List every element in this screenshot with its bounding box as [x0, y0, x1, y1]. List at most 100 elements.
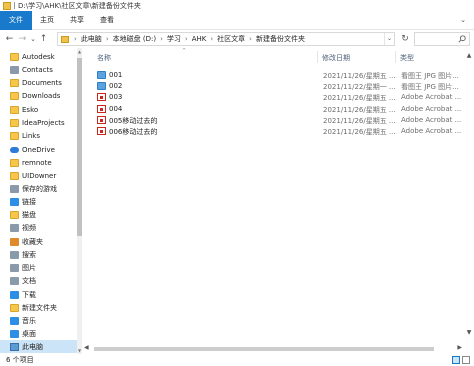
item-count: 6 个项目	[6, 356, 34, 364]
sidebar-item-label: Documents	[22, 78, 62, 87]
file-name: 002	[109, 82, 123, 90]
folder-icon	[10, 303, 19, 312]
favorites-icon	[10, 237, 19, 246]
sidebar-item-label: 保存的游戏	[22, 184, 57, 193]
address-dropdown-button[interactable]: ⌄	[384, 33, 394, 45]
sidebar-item-label: 新建文件夹	[22, 303, 57, 312]
forward-button[interactable]: →	[16, 34, 29, 44]
sidebar-item-label: remnote	[22, 158, 52, 167]
breadcrumb-this-pc[interactable]: 此电脑	[79, 34, 104, 44]
sidebar-item-onedrive[interactable]: OneDrive	[0, 143, 78, 156]
sidebar-item-label: 链接	[22, 197, 36, 206]
file-name: 001	[109, 71, 123, 79]
sidebar-item-uidowner[interactable]: UIDowner	[0, 169, 78, 182]
folder-icon	[10, 118, 19, 127]
scroll-left-icon[interactable]: ◀	[84, 344, 89, 351]
sidebar-item-search[interactable]: 搜索	[0, 248, 78, 261]
file-row[interactable]: 001 2021/11/26/星期五 ... 看图王 JPG 图片...	[94, 70, 474, 81]
horizontal-scrollbar[interactable]: ◀ ▶	[82, 344, 474, 354]
address-bar[interactable]: › 此电脑 › 本地磁盘 (D:) › 学习 › AHK › 社区文章 › 新建…	[57, 32, 395, 46]
large-icons-view-icon[interactable]	[462, 356, 470, 364]
sidebar-item-saved-games[interactable]: 保存的游戏	[0, 182, 78, 195]
sidebar-item-links-cn[interactable]: 链接	[0, 195, 78, 208]
sidebar-item-documents-cn[interactable]: 文档	[0, 274, 78, 287]
sidebar-item-new-folder[interactable]: 新建文件夹	[0, 301, 78, 314]
file-date: 2021/11/26/星期五 ...	[323, 106, 396, 114]
window-title: D:\学习\AHK\社区文章\新建备份文件夹	[18, 1, 141, 10]
scroll-up-icon[interactable]: ▲	[464, 52, 474, 59]
folder-icon	[10, 105, 19, 114]
file-row[interactable]: 005移动过去的 2021/11/26/星期五 ... Adobe Acroba…	[94, 115, 474, 126]
sidebar-item-desktop[interactable]: 桌面	[0, 327, 78, 340]
sidebar-item-label: 此电脑	[22, 342, 43, 351]
up-button[interactable]: ↑	[37, 34, 50, 44]
scroll-right-icon[interactable]: ▶	[457, 344, 462, 351]
column-date-modified[interactable]: 修改日期	[322, 53, 350, 63]
file-row[interactable]: 004 2021/11/26/星期五 ... Adobe Acrobat ...	[94, 104, 474, 115]
sidebar-item-autodesk[interactable]: Autodesk	[0, 50, 78, 63]
column-divider[interactable]	[395, 51, 396, 63]
file-type: Adobe Acrobat ...	[401, 116, 462, 124]
column-divider[interactable]	[317, 51, 318, 63]
sidebar-item-downloads-cn[interactable]: 下载	[0, 288, 78, 301]
tab-home[interactable]: 主页	[32, 11, 62, 30]
sidebar-item-pictures[interactable]: 图片	[0, 261, 78, 274]
file-row[interactable]: 003 2021/11/26/星期五 ... Adobe Acrobat ...	[94, 92, 474, 103]
column-name[interactable]: 名称	[97, 53, 111, 63]
pdf-icon	[97, 127, 106, 135]
back-button[interactable]: ←	[3, 34, 16, 44]
file-name: 006移动过去的	[109, 128, 158, 136]
view-switcher	[452, 356, 470, 364]
horizontal-scroll-thumb[interactable]	[94, 347, 434, 351]
videos-icon	[10, 223, 19, 232]
breadcrumb-community-articles[interactable]: 社区文章	[215, 34, 247, 44]
sidebar-item-favorites[interactable]: 收藏夹	[0, 235, 78, 248]
file-type: 看图王 JPG 图片...	[401, 72, 459, 80]
sidebar-item-ideaprojects[interactable]: IdeaProjects	[0, 116, 78, 129]
navigation-bar: ← → ⌄ ↑ › 此电脑 › 本地磁盘 (D:) › 学习 › AHK › 社…	[0, 30, 474, 48]
sidebar-item-downloads[interactable]: Downloads	[0, 89, 78, 102]
folder-icon	[10, 52, 19, 61]
folder-icon	[61, 35, 69, 43]
sidebar-item-remnote[interactable]: remnote	[0, 156, 78, 169]
ribbon: 文件 主页 共享 查看 ⌄	[0, 10, 474, 30]
file-date: 2021/11/26/星期五 ...	[323, 94, 396, 102]
sidebar-item-videos[interactable]: 视频	[0, 221, 78, 234]
file-list-scrollbar[interactable]: ▲ ▼	[464, 48, 474, 354]
sidebar-item-contacts[interactable]: Contacts	[0, 63, 78, 76]
file-type: Adobe Acrobat ...	[401, 127, 462, 135]
title-separator	[14, 2, 15, 9]
file-date: 2021/11/26/星期五 ...	[323, 72, 396, 80]
sidebar-item-maopan[interactable]: 猫盘	[0, 208, 78, 221]
ribbon-expand-icon[interactable]: ⌄	[460, 16, 466, 24]
tab-view[interactable]: 查看	[92, 11, 122, 30]
tab-share[interactable]: 共享	[62, 11, 92, 30]
file-row[interactable]: 002 2021/11/22/星期一 ... 看图王 JPG 图片...	[94, 81, 474, 92]
breadcrumb-study[interactable]: 学习	[165, 34, 183, 44]
breadcrumb-ahk[interactable]: AHK	[190, 35, 209, 43]
column-type[interactable]: 类型	[400, 53, 414, 63]
refresh-button[interactable]: ↻	[399, 32, 411, 46]
pdf-icon	[97, 116, 106, 124]
documents-icon	[10, 78, 19, 87]
sidebar-item-esko[interactable]: Esko	[0, 103, 78, 116]
sidebar-item-label: Contacts	[22, 65, 53, 74]
sidebar-item-links[interactable]: Links	[0, 129, 78, 142]
details-view-icon[interactable]	[452, 356, 460, 364]
sidebar-item-documents[interactable]: Documents	[0, 76, 78, 89]
sidebar-item-label: 图片	[22, 263, 36, 272]
sidebar-item-label: 下载	[22, 290, 36, 299]
sidebar-item-label: 猫盘	[22, 210, 36, 219]
this-pc-icon	[10, 342, 19, 351]
breadcrumb-drive-d[interactable]: 本地磁盘 (D:)	[111, 34, 158, 44]
sidebar-item-this-pc[interactable]: 此电脑	[0, 340, 78, 353]
breadcrumb-new-backup-folder[interactable]: 新建备份文件夹	[254, 34, 307, 44]
sort-indicator-icon: ^	[182, 48, 187, 54]
scroll-down-icon[interactable]: ▼	[464, 329, 474, 336]
sidebar-item-music[interactable]: 音乐	[0, 314, 78, 327]
file-row[interactable]: 006移动过去的 2021/11/26/星期五 ... Adobe Acroba…	[94, 126, 474, 137]
recent-locations-button[interactable]: ⌄	[29, 35, 37, 43]
file-name: 005移动过去的	[109, 117, 158, 125]
tab-file[interactable]: 文件	[0, 10, 32, 30]
search-input[interactable]	[414, 32, 470, 46]
